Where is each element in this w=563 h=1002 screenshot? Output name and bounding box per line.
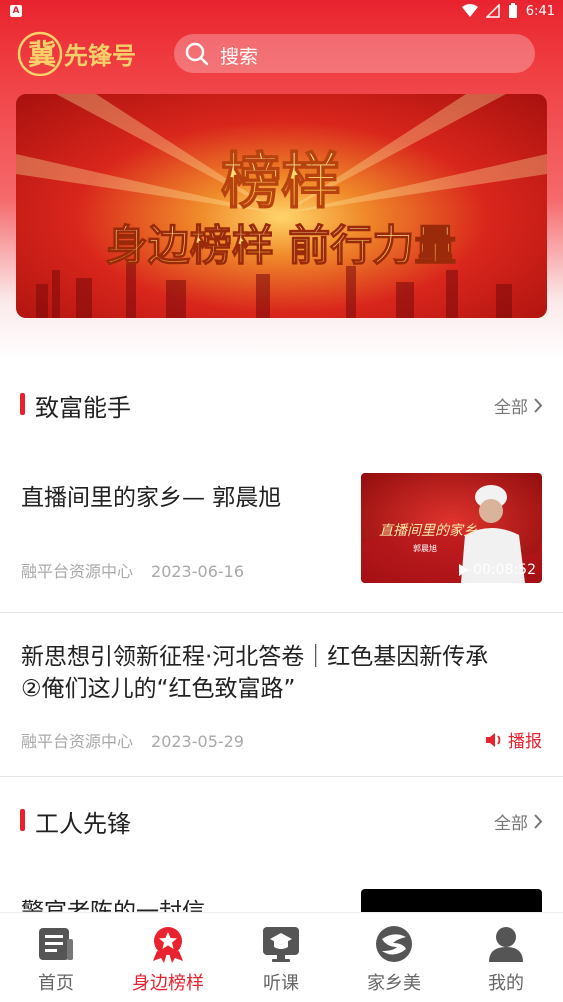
battery-icon xyxy=(508,3,517,18)
article-meta: 融平台资源中心 2023-06-16 xyxy=(21,558,244,582)
header-background: A 6:41 冀 先锋号 搜索 榜样 身边榜样 前行力量 xyxy=(0,0,563,360)
profile-icon xyxy=(489,927,523,962)
speaker-icon xyxy=(486,732,501,747)
play-icon xyxy=(459,564,470,576)
article-title: 直播间里的家乡— 郭晨旭 xyxy=(21,485,282,511)
notification-icon: A xyxy=(10,5,22,17)
article-title-line: ②俺们这儿的“红色致富路” xyxy=(21,676,296,702)
svg-text:冀: 冀 xyxy=(28,38,56,71)
svg-text:郭晨旭: 郭晨旭 xyxy=(413,543,437,553)
section-title: 致富能手 xyxy=(35,394,131,422)
article-source: 融平台资源中心 xyxy=(21,562,134,581)
banner-subtitle: 身边榜样 前行力量 xyxy=(106,221,457,270)
section-header-rich-leaders: 致富能手 全部 xyxy=(0,384,563,424)
section-title: 工人先锋 xyxy=(35,810,131,838)
chevron-right-icon xyxy=(534,814,543,829)
svg-text:先锋号: 先锋号 xyxy=(64,41,136,70)
article-item[interactable]: 直播间里的家乡— 郭晨旭 融平台资源中心 2023-06-16 直播间里的家乡 郭… xyxy=(0,460,563,610)
broadcast-button[interactable]: 播报 xyxy=(485,727,542,752)
section-accent-bar xyxy=(20,809,25,831)
chevron-right-icon xyxy=(534,398,543,413)
app-logo: 冀 先锋号 xyxy=(16,30,146,77)
clock: 6:41 xyxy=(525,3,555,19)
article-date: 2023-06-16 xyxy=(151,562,244,581)
news-icon xyxy=(39,928,73,960)
search-icon xyxy=(185,42,209,66)
tab-lectures[interactable]: 听课 xyxy=(225,913,337,1002)
banner-title: 榜样 xyxy=(221,147,341,217)
promo-banner[interactable]: 榜样 身边榜样 前行力量 xyxy=(16,94,547,318)
hometown-icon xyxy=(376,926,412,962)
status-bar: A 6:41 xyxy=(0,0,563,24)
medal-icon xyxy=(153,927,183,963)
video-thumbnail[interactable]: 直播间里的家乡 郭晨旭 00:08:52 xyxy=(361,473,542,583)
view-all-button[interactable]: 全部 xyxy=(494,809,543,834)
tab-profile[interactable]: 我的 xyxy=(450,913,562,1002)
article-item[interactable]: 新思想引领新征程·河北答卷｜红色基因新传承 ②俺们这儿的“红色致富路” 融平台资… xyxy=(0,613,563,775)
section-header-worker-pioneers: 工人先锋 全部 xyxy=(0,800,563,840)
view-all-button[interactable]: 全部 xyxy=(494,393,543,418)
svg-text:直播间里的家乡: 直播间里的家乡 xyxy=(379,523,477,539)
section-accent-bar xyxy=(20,393,25,415)
signal-icon xyxy=(485,4,500,18)
tab-role-models[interactable]: 身边榜样 xyxy=(112,913,224,1002)
bottom-tab-bar: 首页 身边榜样 听课 家乡美 我的 xyxy=(0,912,563,1002)
article-source: 融平台资源中心 xyxy=(21,732,134,751)
article-meta: 融平台资源中心 2023-05-29 xyxy=(21,728,244,752)
tab-hometown[interactable]: 家乡美 xyxy=(338,913,450,1002)
lecture-icon xyxy=(263,927,299,962)
video-duration: 00:08:52 xyxy=(459,562,536,578)
divider xyxy=(0,776,563,777)
search-placeholder: 搜索 xyxy=(220,46,259,68)
article-title-line: 新思想引领新征程·河北答卷｜红色基因新传承 xyxy=(21,644,489,670)
tab-home[interactable]: 首页 xyxy=(0,913,112,1002)
search-input[interactable]: 搜索 xyxy=(174,34,535,73)
article-date: 2023-05-29 xyxy=(151,732,244,751)
wifi-icon xyxy=(461,4,478,17)
